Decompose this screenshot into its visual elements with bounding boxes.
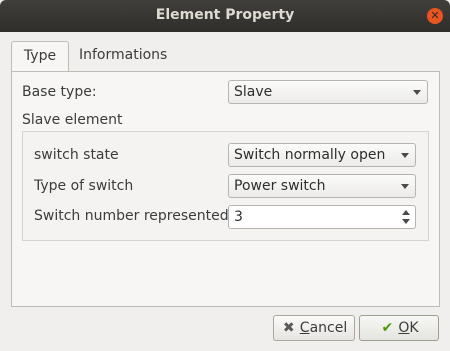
type-of-switch-label: Type of switch [34,178,134,194]
chevron-down-icon [401,184,409,189]
tab-informations[interactable]: Informations [69,41,177,70]
spin-up-icon[interactable] [402,210,410,215]
tab-type[interactable]: Type [11,41,69,72]
ok-button[interactable]: ✔ OK [359,315,439,341]
cancel-x-icon: ✖ [282,320,295,336]
ok-label: K [409,320,419,336]
switch-state-label: switch state [34,147,119,163]
switch-state-select[interactable]: Switch normally open [228,143,416,167]
cancel-mnemonic: C [299,320,310,336]
close-icon[interactable]: ✕ [427,8,443,24]
switch-number-spinbox[interactable]: 3 [228,205,416,229]
ok-check-icon: ✔ [381,320,394,336]
cancel-button[interactable]: ✖ Cancel [273,315,355,341]
switch-number-label: Switch number represented [34,208,229,224]
base-type-label: Base type: [22,84,97,100]
base-type-value: Slave [234,84,273,100]
cancel-label: ancel [309,320,348,336]
type-of-switch-value: Power switch [234,178,326,194]
ok-mnemonic: O [398,320,410,336]
spin-down-icon[interactable] [402,219,410,224]
element-property-dialog: Element Property ✕ Type Informations Bas… [0,0,450,351]
switch-number-value: 3 [234,209,243,225]
base-type-select[interactable]: Slave [228,80,428,104]
slave-element-group: switch state Switch normally open Type o… [22,131,429,241]
type-of-switch-select[interactable]: Power switch [228,174,416,198]
chevron-down-icon [401,153,409,158]
slave-element-label: Slave element [22,112,123,128]
chevron-down-icon [413,90,421,95]
window-title: Element Property [155,7,295,23]
type-panel: Base type: Slave Slave element switch st… [11,71,440,307]
switch-state-value: Switch normally open [234,147,386,163]
title-bar[interactable]: Element Property ✕ [0,0,450,32]
